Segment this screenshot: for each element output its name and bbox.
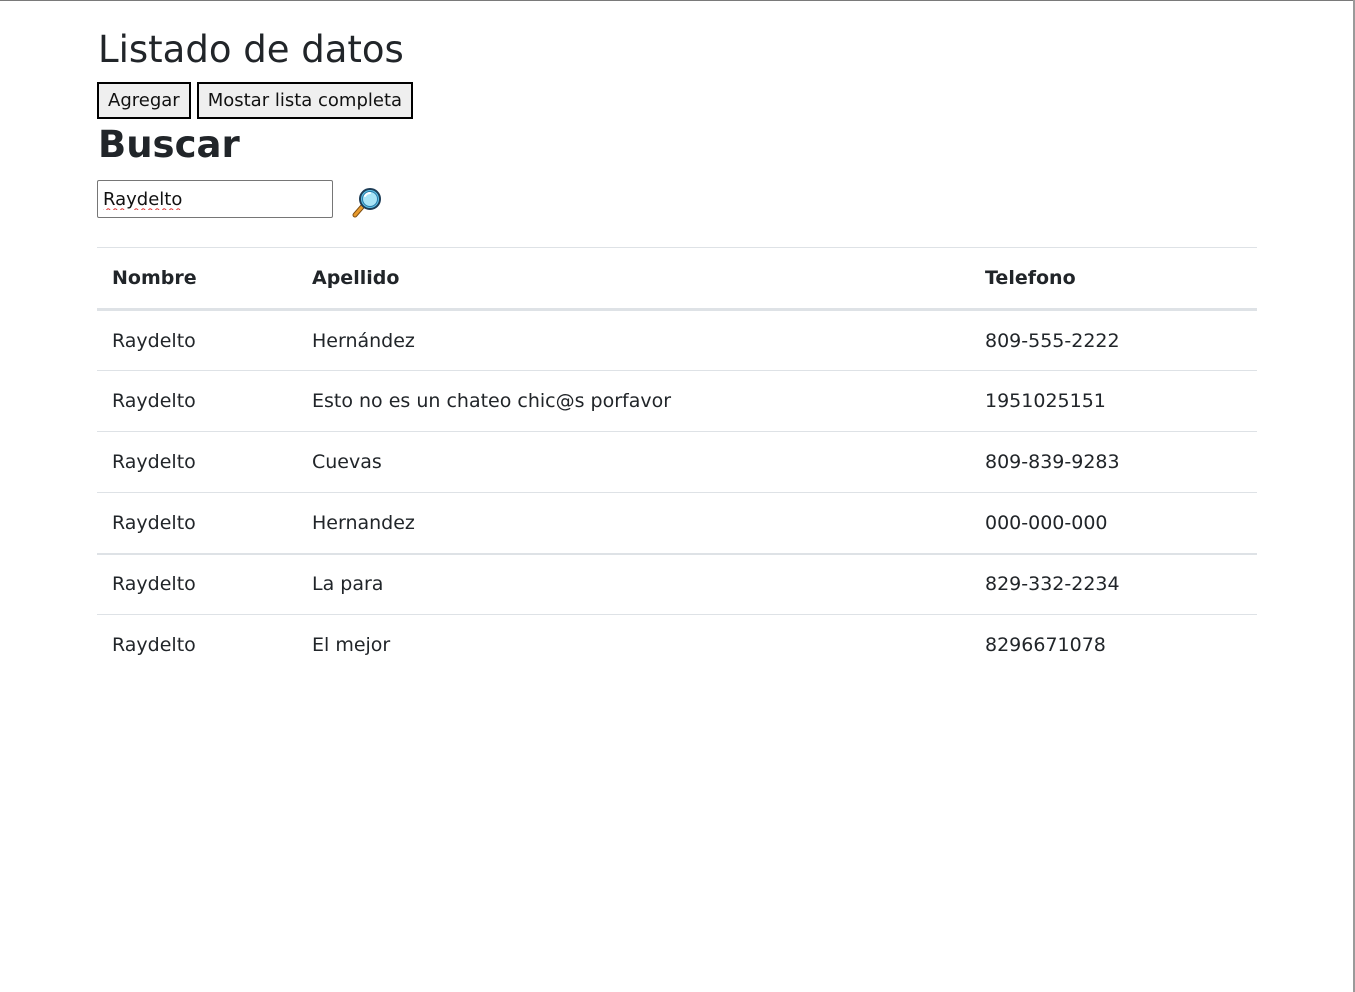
table-header: Nombre Apellido Telefono [97,247,1257,310]
action-buttons: Agregar Mostar lista completa [97,82,414,119]
table-header-row: Nombre Apellido Telefono [97,247,1257,310]
page-title: Listado de datos [98,28,404,71]
cell-telefono: 829-332-2234 [985,573,1120,596]
cell-telefono: 809-839-9283 [985,451,1120,473]
column-header-apellido: Apellido [312,267,400,289]
cell-nombre: Raydelto [112,573,196,596]
cell-apellido: Hernandez [312,511,415,534]
table-row: Raydelto La para 829-332-2234 [97,554,1257,615]
cell-nombre: Raydelto [112,634,196,657]
search-heading: Buscar [98,123,240,166]
cell-telefono: 000-000-000 [985,511,1108,534]
cell-nombre: Raydelto [112,451,196,473]
table-row: Raydelto Hernandez 000-000-000 [97,493,1257,554]
search-input[interactable] [97,180,333,218]
table-row: Raydelto Hernández 809-555-2222 [97,310,1257,371]
magnifier-icon [352,188,381,218]
cell-telefono: 809-555-2222 [985,329,1120,352]
data-table: Nombre Apellido Telefono Raydelto Hernán… [97,247,1257,676]
column-header-nombre: Nombre [112,267,197,289]
cell-apellido: Esto no es un chateo chic@s porfavor [312,390,672,412]
table-body: Raydelto Hernández 809-555-2222 Raydelto… [97,310,1257,676]
cell-apellido: El mejor [312,634,391,657]
cell-telefono: 1951025151 [985,390,1106,412]
column-header-telefono: Telefono [985,267,1076,289]
cell-nombre: Raydelto [112,511,196,534]
cell-apellido: Hernández [312,329,415,352]
window-top-border [0,0,1355,1]
cell-apellido: La para [312,573,384,596]
table-row: Raydelto Cuevas 809-839-9283 [97,432,1257,493]
cell-nombre: Raydelto [112,390,196,412]
table-row: Raydelto El mejor 8296671078 [97,615,1257,676]
cell-telefono: 8296671078 [985,634,1106,657]
add-button[interactable]: Agregar [97,82,191,119]
search-button[interactable] [351,185,385,219]
table-row: Raydelto Esto no es un chateo chic@s por… [97,371,1257,432]
show-full-list-button[interactable]: Mostar lista completa [196,82,414,119]
cell-nombre: Raydelto [112,329,196,352]
cell-apellido: Cuevas [312,451,382,473]
